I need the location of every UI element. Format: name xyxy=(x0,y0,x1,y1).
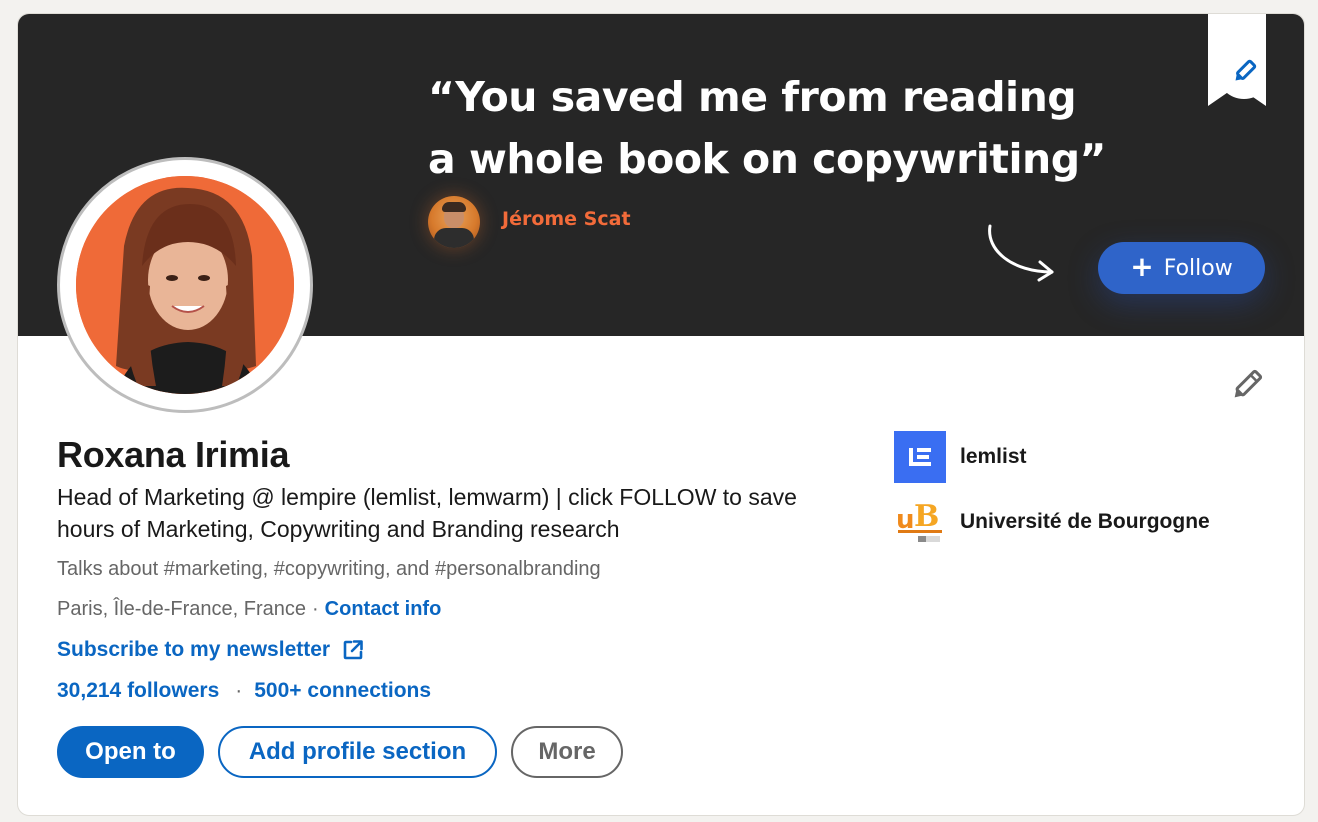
svg-text:B: B xyxy=(914,499,939,534)
pencil-icon xyxy=(1234,369,1263,398)
org-lemlist[interactable]: lemlist xyxy=(894,431,1027,483)
open-to-button[interactable]: Open to xyxy=(57,726,204,778)
profile-photo[interactable] xyxy=(57,157,313,413)
org-name: lemlist xyxy=(960,445,1027,468)
curved-arrow-icon xyxy=(988,224,1054,282)
quote-author-avatar xyxy=(428,196,480,248)
org-name: Université de Bourgogne xyxy=(960,510,1210,533)
profile-card: “You saved me from reading a whole book … xyxy=(17,13,1305,816)
newsletter-label: Subscribe to my newsletter xyxy=(57,638,331,661)
location-separator: · xyxy=(311,598,319,620)
location-text: Paris, Île-de-France, France xyxy=(57,598,306,620)
newsletter-link[interactable]: Subscribe to my newsletter xyxy=(57,638,364,662)
lemlist-logo xyxy=(894,431,946,483)
external-link-icon xyxy=(343,640,363,660)
banner-quote: “You saved me from reading a whole book … xyxy=(428,66,1128,190)
banner-follow-graphic: + Follow xyxy=(1098,242,1265,294)
quote-author-name: Jérome Scat xyxy=(502,208,631,230)
edit-banner-button[interactable] xyxy=(1208,14,1266,106)
network-stats: 30,214 followers · 500+ connections xyxy=(57,679,431,703)
profile-headline: Head of Marketing @ lempire (lemlist, le… xyxy=(57,484,797,542)
edit-intro-button[interactable] xyxy=(1226,366,1266,406)
profile-actions: Open to Add profile section More xyxy=(57,726,623,778)
more-button[interactable]: More xyxy=(511,726,623,778)
org-universite-bourgogne[interactable]: u B Université de Bourgogne xyxy=(894,496,1210,548)
banner-quote-line-2: a whole book on copywriting” xyxy=(428,135,1107,183)
talks-about: Talks about #marketing, #copywriting, an… xyxy=(57,558,601,580)
location-row: Paris, Île-de-France, France · Contact i… xyxy=(57,598,441,621)
avatar xyxy=(76,176,294,394)
plus-icon: + xyxy=(1130,250,1154,283)
followers-link[interactable]: 30,214 followers xyxy=(57,679,219,703)
stats-separator: · xyxy=(235,679,243,702)
profile-name: Roxana Irimia xyxy=(57,434,290,475)
add-profile-section-button[interactable]: Add profile section xyxy=(218,726,497,778)
contact-info-link[interactable]: Contact info xyxy=(325,598,442,621)
universite-bourgogne-logo: u B xyxy=(894,496,946,548)
connections-link[interactable]: 500+ connections xyxy=(254,679,431,703)
banner-follow-label: Follow xyxy=(1163,255,1233,281)
banner-quote-line-1: “You saved me from reading xyxy=(428,73,1077,121)
